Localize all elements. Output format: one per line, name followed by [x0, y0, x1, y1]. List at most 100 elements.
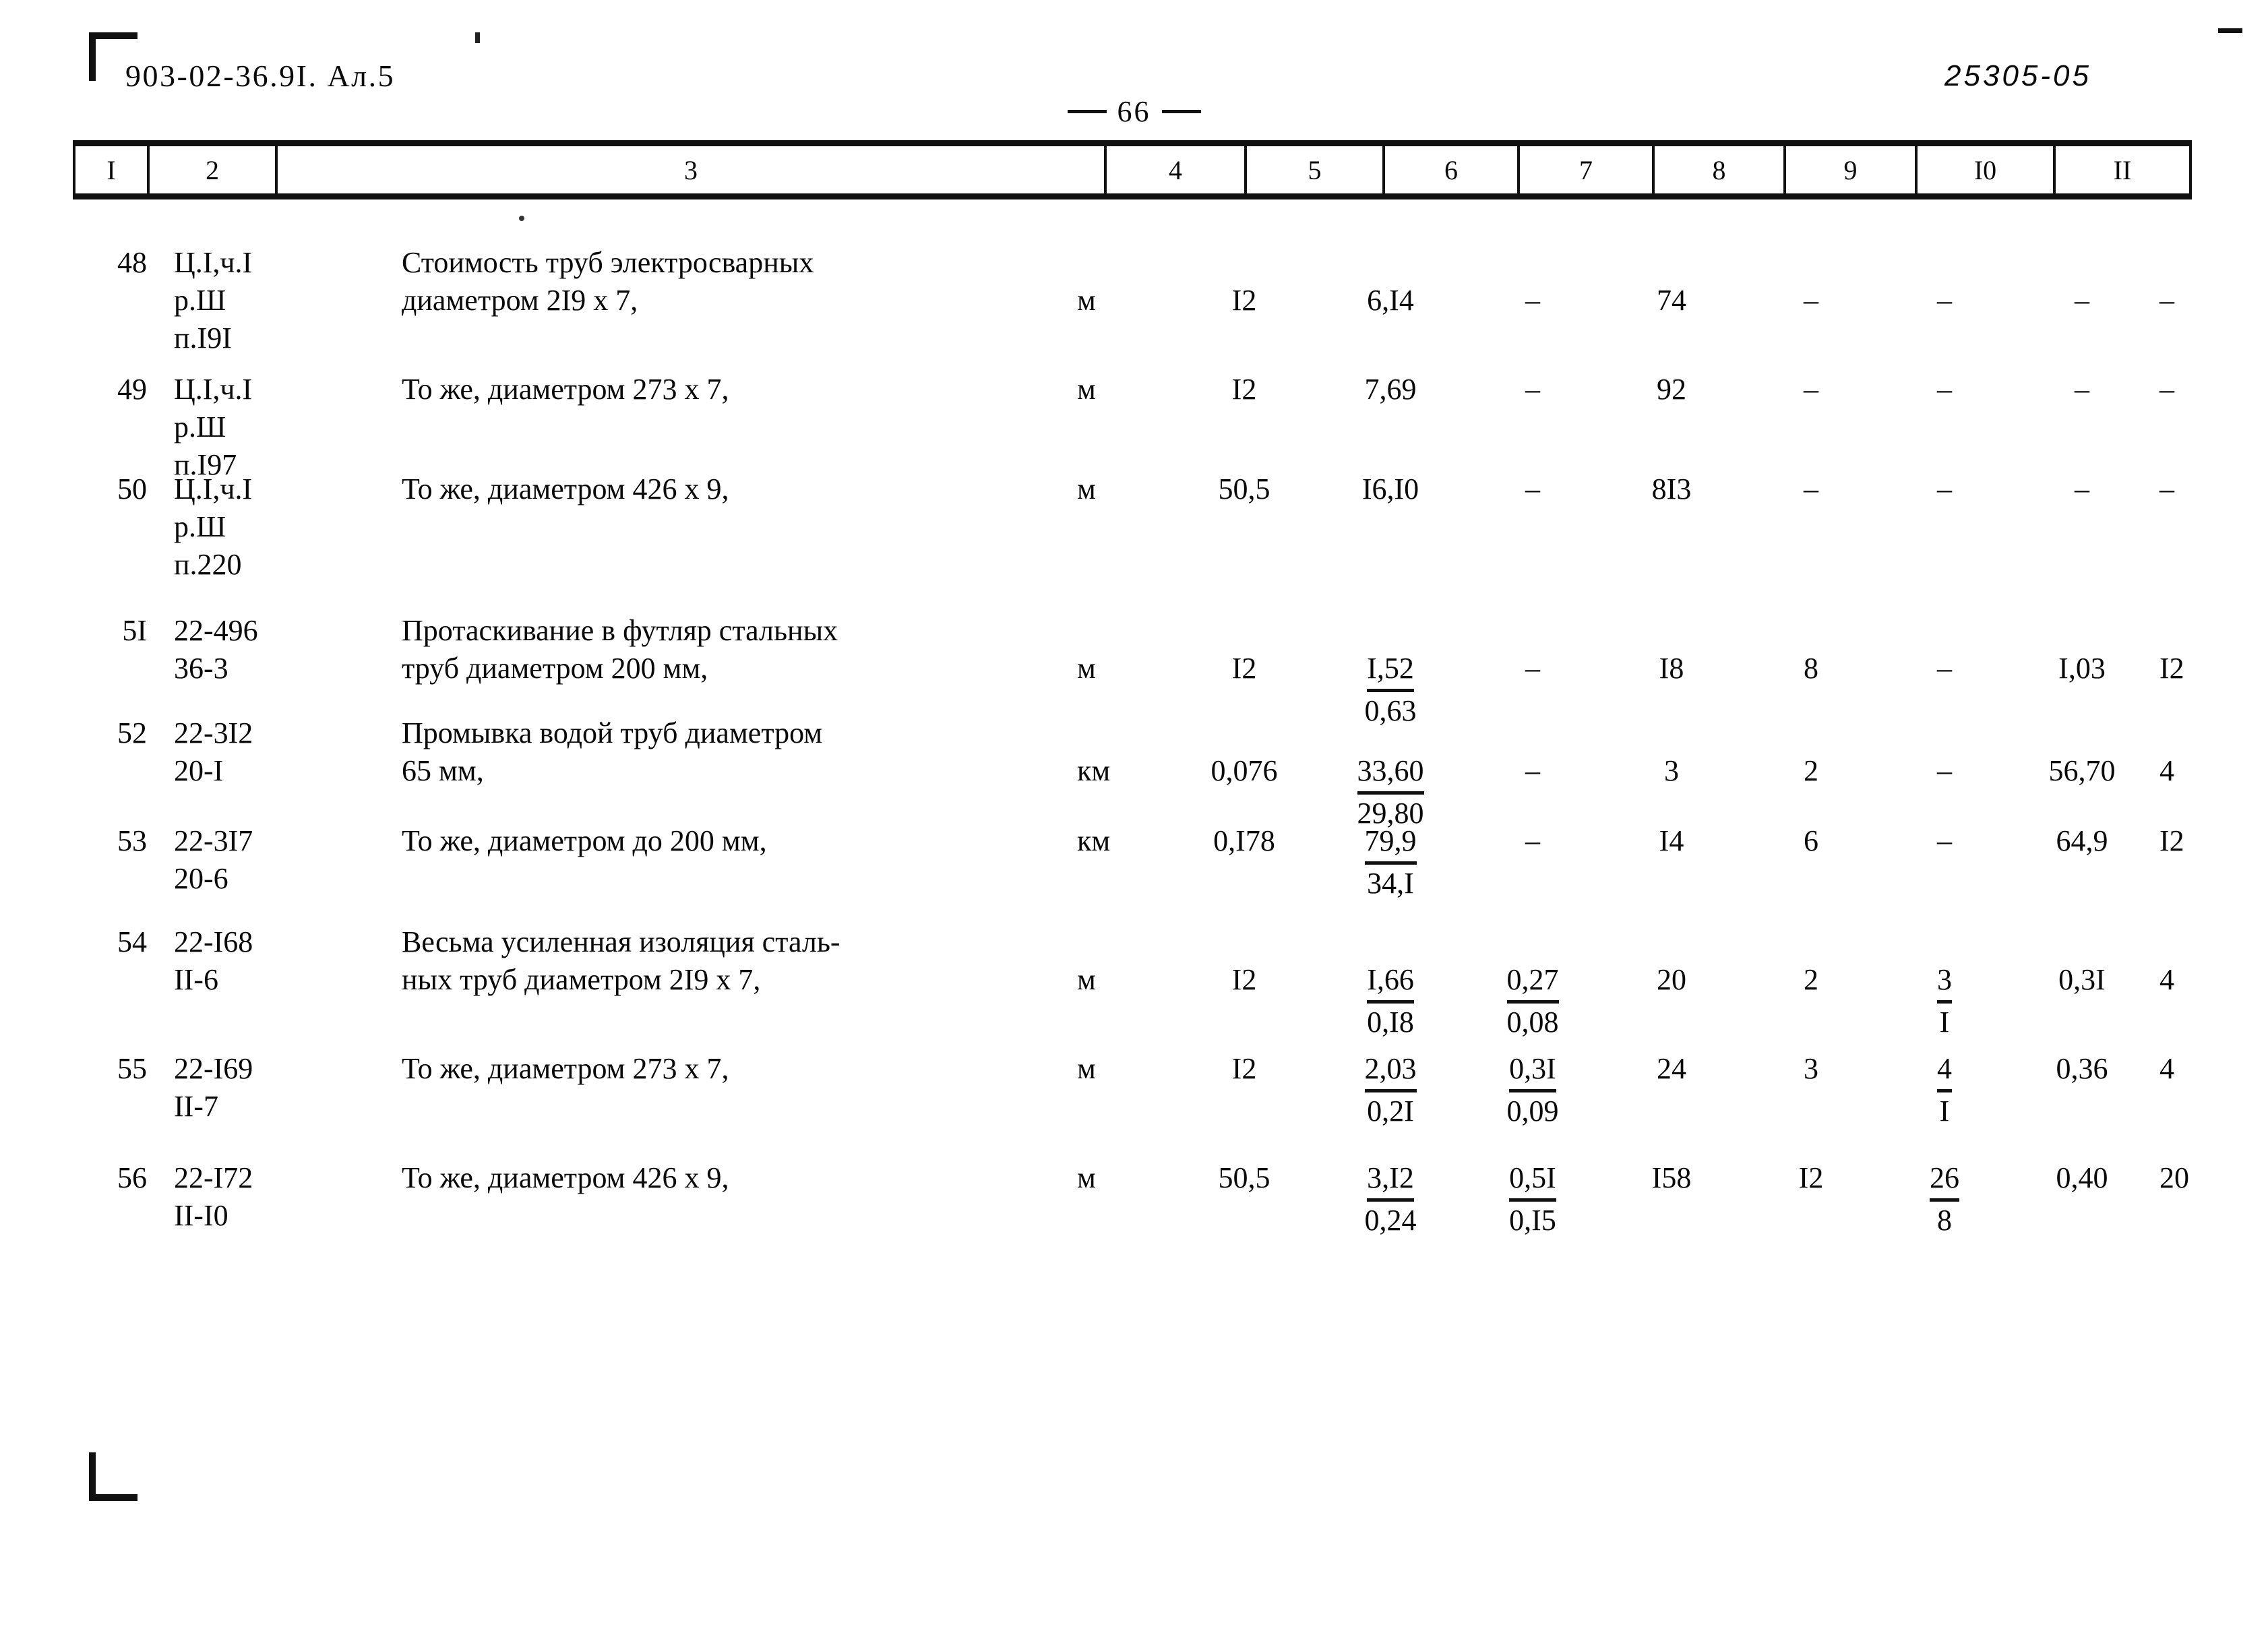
col-header-10: I0	[1915, 140, 2054, 199]
row-value-col10: –	[2075, 284, 2089, 317]
row-value-col8: 3	[1804, 1052, 1818, 1085]
row-unit: м	[1077, 472, 1096, 505]
row-quantity: 50,5	[1218, 1161, 1270, 1194]
row-reference-code: 22-I68	[174, 925, 253, 958]
row-value-col6: –	[1525, 652, 1540, 685]
row-value-col7: I8	[1659, 652, 1684, 685]
row-quantity: I2	[1231, 284, 1257, 317]
row-number: 5I	[122, 614, 147, 647]
row-number: 56	[117, 1161, 147, 1194]
row-reference-code: р.Ш	[174, 284, 226, 317]
row-number: 48	[117, 246, 147, 279]
row-unit: м	[1077, 373, 1096, 406]
row-value-col9: –	[1937, 754, 1952, 787]
row-value-col8: 2	[1804, 754, 1818, 787]
row-value-col11: 4	[2159, 1052, 2174, 1085]
row-value-col9-numerator: 4	[1937, 1050, 1952, 1092]
row-reference-code: 22-3I7	[174, 824, 253, 857]
row-quantity: I2	[1231, 963, 1257, 996]
page-number-value: 66	[1117, 95, 1151, 128]
row-value-col5: I,66 0,I8	[1320, 961, 1461, 1041]
row-number: 55	[117, 1052, 147, 1085]
row-description: Промывка водой труб диаметром	[402, 716, 823, 749]
row-value-col7: 3	[1664, 754, 1679, 787]
row-value-col11: –	[2159, 472, 2174, 505]
row-value-col6: –	[1525, 373, 1540, 406]
row-value-col9: –	[1937, 472, 1952, 505]
col-header-3: 3	[275, 140, 1105, 199]
row-value-col8: –	[1804, 284, 1818, 317]
row-number: 52	[117, 716, 147, 749]
col-header-9: 9	[1783, 140, 1916, 199]
row-unit: м	[1077, 963, 1096, 996]
row-value-col8: 6	[1804, 824, 1818, 857]
row-description: диаметром 2I9 х 7,	[402, 284, 638, 317]
row-value-col7: I58	[1651, 1161, 1692, 1194]
row-value-col5-denominator: 34,I	[1367, 867, 1414, 900]
row-value-col5: 79,9 34,I	[1320, 822, 1461, 902]
col-header-6: 6	[1382, 140, 1519, 199]
row-value-col10: 0,3I	[2058, 963, 2106, 996]
col-header-5: 5	[1244, 140, 1384, 199]
row-description: Протаскивание в футляр стальных	[402, 614, 838, 647]
table-header-row: I 2 3 4 5 6 7 8 9 I0 II	[73, 140, 2192, 199]
page-number-dash-left	[1067, 110, 1107, 113]
row-value-col9-denominator: 8	[1937, 1204, 1952, 1237]
table-header-band: I 2 3 4 5 6 7 8 9 I0 II	[73, 140, 2192, 199]
col-header-7: 7	[1517, 140, 1653, 199]
row-value-col10: 0,40	[2056, 1161, 2108, 1194]
row-quantity: 0,076	[1210, 754, 1278, 787]
row-reference-code: 20-I	[174, 754, 224, 787]
col-header-1: I	[73, 140, 148, 199]
row-value-col6: 0,27 0,08	[1465, 961, 1600, 1041]
row-value-col11: 4	[2159, 754, 2174, 787]
col-header-8: 8	[1652, 140, 1785, 199]
row-reference-code: 22-3I2	[174, 716, 253, 749]
row-unit: м	[1077, 1161, 1096, 1194]
row-value-col8: 8	[1804, 652, 1818, 685]
row-value-col6-denominator: 0,I5	[1509, 1204, 1556, 1237]
row-value-col6-numerator: 0,5I	[1509, 1159, 1556, 1202]
row-value-col6: –	[1525, 472, 1540, 505]
row-reference-code: 22-I72	[174, 1161, 253, 1194]
row-quantity: I2	[1231, 1052, 1257, 1085]
column-header-table: I 2 3 4 5 6 7 8 9 I0 II	[73, 140, 2192, 199]
row-quantity: I2	[1231, 652, 1257, 685]
row-description: То же, диаметром 273 х 7,	[402, 1052, 729, 1085]
row-description: Стоимость труб электросварных	[402, 246, 814, 279]
row-value-col5-denominator: 0,63	[1364, 694, 1417, 727]
row-value-col9-numerator: 3	[1937, 961, 1952, 1004]
row-value-col6-numerator: 0,27	[1506, 961, 1559, 1004]
row-value-col9: –	[1937, 373, 1952, 406]
row-number: 54	[117, 925, 147, 958]
row-description: труб диаметром 200 мм,	[402, 652, 708, 685]
page-number: 66	[0, 94, 2268, 129]
row-reference-code: Ц.I,ч.I	[174, 472, 253, 505]
row-quantity: I2	[1231, 373, 1257, 406]
row-value-col5-denominator: 0,I8	[1367, 1006, 1414, 1039]
col-header-4: 4	[1104, 140, 1246, 199]
row-reference-code: р.Ш	[174, 410, 226, 443]
row-value-col9: 4I	[1880, 1050, 2009, 1130]
row-value-col5: 7,69	[1364, 373, 1417, 406]
row-value-col8: –	[1804, 373, 1818, 406]
row-description: То же, диаметром до 200 мм,	[402, 824, 767, 857]
row-description: То же, диаметром 426 х 9,	[402, 1161, 729, 1194]
row-value-col6: –	[1525, 284, 1540, 317]
row-value-col11: 20	[2159, 1161, 2189, 1194]
row-reference-code: Ц.I,ч.I	[174, 246, 253, 279]
row-value-col10: I,03	[2058, 652, 2106, 685]
row-value-col5-denominator: 0,24	[1364, 1204, 1417, 1237]
row-reference-code: II-6	[174, 963, 218, 996]
row-quantity: 0,I78	[1213, 824, 1275, 857]
row-value-col8: 2	[1804, 963, 1818, 996]
row-number: 49	[117, 373, 147, 406]
row-number: 53	[117, 824, 147, 857]
row-description: То же, диаметром 426 х 9,	[402, 472, 729, 505]
row-value-col6: 0,5I 0,I5	[1465, 1159, 1600, 1239]
row-value-col10: –	[2075, 373, 2089, 406]
row-value-col9-denominator: I	[1939, 1006, 1950, 1039]
row-value-col10: –	[2075, 472, 2089, 505]
row-reference-code: 22-I69	[174, 1052, 253, 1085]
row-value-col10: 64,9	[2056, 824, 2108, 857]
